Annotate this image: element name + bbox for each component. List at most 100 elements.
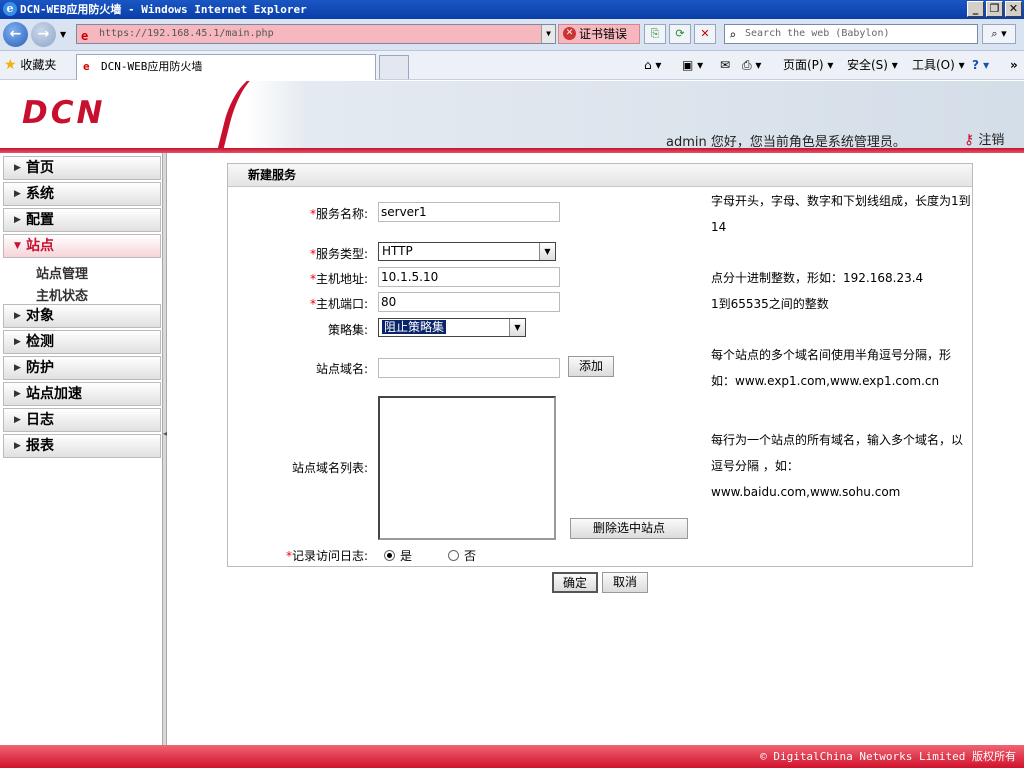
panel-title: 新建服务: [228, 164, 972, 187]
sidebar-sub-host-status[interactable]: 主机状态: [36, 285, 88, 304]
caret-right-icon: ▶: [14, 389, 21, 399]
app-header: DCN admin 您好，您当前角色是系统管理员。 ⚷ 注销: [0, 81, 1024, 149]
compat-icon[interactable]: ⎘: [644, 24, 666, 44]
shield-error-icon: ✕: [563, 27, 576, 40]
service-name-hint: 字母开头，字母、数字和下划线组成，长度为1到14: [711, 194, 971, 234]
domain-list-hint: 每行为一个站点的所有域名，输入多个域名，以逗号分隔 ，如：: [711, 433, 964, 473]
search-input[interactable]: ⌕ Search the web (Babylon): [724, 24, 978, 44]
cancel-button[interactable]: 取消: [602, 572, 648, 593]
host-addr-input[interactable]: 10.1.5.10: [378, 267, 560, 287]
service-name-input[interactable]: server1: [378, 202, 560, 222]
domain-list-box[interactable]: [378, 396, 556, 540]
sidebar-item-home[interactable]: ▶ 首页: [3, 156, 161, 180]
caret-right-icon: ▶: [14, 441, 21, 451]
close-icon[interactable]: ✕: [1005, 1, 1022, 17]
stop-icon[interactable]: ✕: [694, 24, 716, 44]
caret-right-icon: ▶: [14, 363, 21, 373]
host-addr-label: *主机地址:: [309, 272, 368, 286]
print-button[interactable]: ⎙ ▾: [742, 57, 761, 73]
ok-button[interactable]: 确定: [552, 572, 598, 593]
address-dropdown-icon[interactable]: ▼: [541, 25, 555, 43]
service-type-label: *服务类型:: [309, 247, 368, 261]
safety-menu[interactable]: 安全(S) ▾: [847, 57, 898, 73]
forward-button[interactable]: →: [31, 22, 56, 47]
header-swoosh: [216, 81, 276, 149]
favorites-bar: ★ 收藏夹 e DCN-WEB应用防火墙 ⌂ ▾ ▣ ▾ ✉ ⎙ ▾ 页面(P)…: [0, 51, 1024, 80]
dcn-logo: DCN: [22, 95, 106, 131]
sidebar-item-protect[interactable]: ▶ 防护: [3, 356, 161, 380]
ie-page-icon: e: [83, 60, 90, 73]
caret-right-icon: ▶: [14, 415, 21, 425]
sidebar: ▶ 首页 ▶ 系统 ▶ 配置 ▼ 站点 站点管理 主机状态 ▶ 对象 ▶ 检测 ▶ 防护 ▶ 站…: [0, 153, 163, 745]
footer: © DigitalChina Networks Limited 版权所有: [0, 745, 1024, 768]
star-icon: ★: [4, 57, 17, 73]
log-no-radio[interactable]: 否: [448, 547, 476, 564]
sidebar-item-acceleration[interactable]: ▶ 站点加速: [3, 382, 161, 406]
caret-right-icon: ▶: [14, 163, 21, 173]
favorites-button[interactable]: ★ 收藏夹: [4, 57, 56, 73]
back-button[interactable]: ←: [3, 22, 28, 47]
sidebar-item-detect[interactable]: ▶ 检测: [3, 330, 161, 354]
host-port-input[interactable]: 80: [378, 292, 560, 312]
main-content: 新建服务 *服务名称: server1 字母开头，字母、数字和下划线组成，长度为…: [167, 153, 1024, 745]
window-title: DCN-WEB应用防火墙 - Windows Internet Explorer: [20, 3, 307, 16]
key-icon: ⚷: [964, 132, 975, 148]
host-addr-hint: 点分十进制整数，形如：192.168.23.4: [711, 271, 924, 285]
policy-select[interactable]: 阻止策略集 ▼: [378, 318, 526, 337]
cert-error-button[interactable]: ✕ 证书错误: [558, 24, 640, 44]
domain-hint: 每个站点的多个域名间使用半角逗号分隔，形如：www.exp1.com,www.e…: [711, 348, 952, 388]
sidebar-item-site[interactable]: ▼ 站点: [3, 234, 161, 258]
address-input[interactable]: e https://192.168.45.1/main.php ▼: [76, 24, 556, 44]
restore-icon[interactable]: ❐: [986, 1, 1003, 17]
radio-unchecked-icon: [448, 550, 459, 561]
domain-label: 站点域名:: [315, 362, 368, 376]
browser-window: e DCN-WEB应用防火墙 - Windows Internet Explor…: [0, 0, 1024, 768]
tools-menu[interactable]: 工具(O) ▾: [912, 57, 965, 73]
sidebar-sub-site-management[interactable]: 站点管理: [36, 263, 88, 282]
logout-link[interactable]: ⚷ 注销: [964, 129, 1004, 148]
welcome-text: admin 您好，您当前角色是系统管理员。: [666, 135, 906, 149]
home-button[interactable]: ⌂ ▾: [644, 57, 661, 73]
search-button[interactable]: ⌕ ▾: [982, 24, 1016, 44]
history-dropdown-icon[interactable]: ▼: [60, 30, 66, 39]
new-tab-button[interactable]: [379, 55, 409, 79]
app-area: DCN admin 您好，您当前角色是系统管理员。 ⚷ 注销 ▶ 首页 ▶ 系统 ▶…: [0, 81, 1024, 768]
domain-input[interactable]: [378, 358, 560, 378]
minimize-icon[interactable]: _: [967, 1, 984, 17]
ie-logo-icon: e: [3, 2, 17, 16]
caret-right-icon: ▶: [14, 215, 21, 225]
caret-down-icon: ▼: [14, 241, 21, 251]
add-domain-button[interactable]: 添加: [568, 356, 614, 377]
host-port-label: *主机端口:: [309, 297, 368, 311]
dropdown-arrow-icon: ▼: [509, 319, 525, 336]
caret-right-icon: ▶: [14, 311, 21, 321]
caret-right-icon: ▶: [14, 337, 21, 347]
feeds-button[interactable]: ▣ ▾: [682, 57, 703, 73]
sidebar-item-config[interactable]: ▶ 配置: [3, 208, 161, 232]
new-service-panel: 新建服务 *服务名称: server1 字母开头，字母、数字和下划线组成，长度为…: [227, 163, 973, 567]
sidebar-item-log[interactable]: ▶ 日志: [3, 408, 161, 432]
service-name-label: *服务名称:: [309, 207, 368, 221]
mail-icon[interactable]: ✉: [720, 57, 730, 73]
sidebar-item-system[interactable]: ▶ 系统: [3, 182, 161, 206]
sidebar-item-object[interactable]: ▶ 对象: [3, 304, 161, 328]
domain-list-label: 站点域名列表:: [291, 461, 368, 475]
browser-tab[interactable]: e DCN-WEB应用防火墙: [76, 54, 376, 80]
search-icon: ⌕: [729, 28, 737, 42]
domain-list-example: www.baidu.com,www.sohu.com: [711, 485, 901, 499]
host-port-hint: 1到65535之间的整数: [711, 297, 829, 311]
log-label: *记录访问日志:: [285, 549, 368, 563]
policy-label: 策略集:: [327, 323, 368, 337]
log-yes-radio[interactable]: 是: [384, 547, 412, 564]
service-type-select[interactable]: HTTP ▼: [378, 242, 556, 261]
address-toolbar: ← → ▼ e https://192.168.45.1/main.php ▼ …: [0, 19, 1024, 51]
page-menu[interactable]: 页面(P) ▾: [783, 57, 833, 73]
delete-site-button[interactable]: 删除选中站点: [570, 518, 688, 539]
caret-right-icon: ▶: [14, 189, 21, 199]
help-icon[interactable]: ? ▾: [972, 57, 989, 73]
sidebar-item-report[interactable]: ▶ 报表: [3, 434, 161, 458]
refresh-icon[interactable]: ⟳: [669, 24, 691, 44]
more-icon[interactable]: »: [1010, 57, 1018, 73]
ie-page-icon: e: [81, 29, 89, 43]
collapse-arrow-icon[interactable]: ◀: [163, 429, 169, 439]
